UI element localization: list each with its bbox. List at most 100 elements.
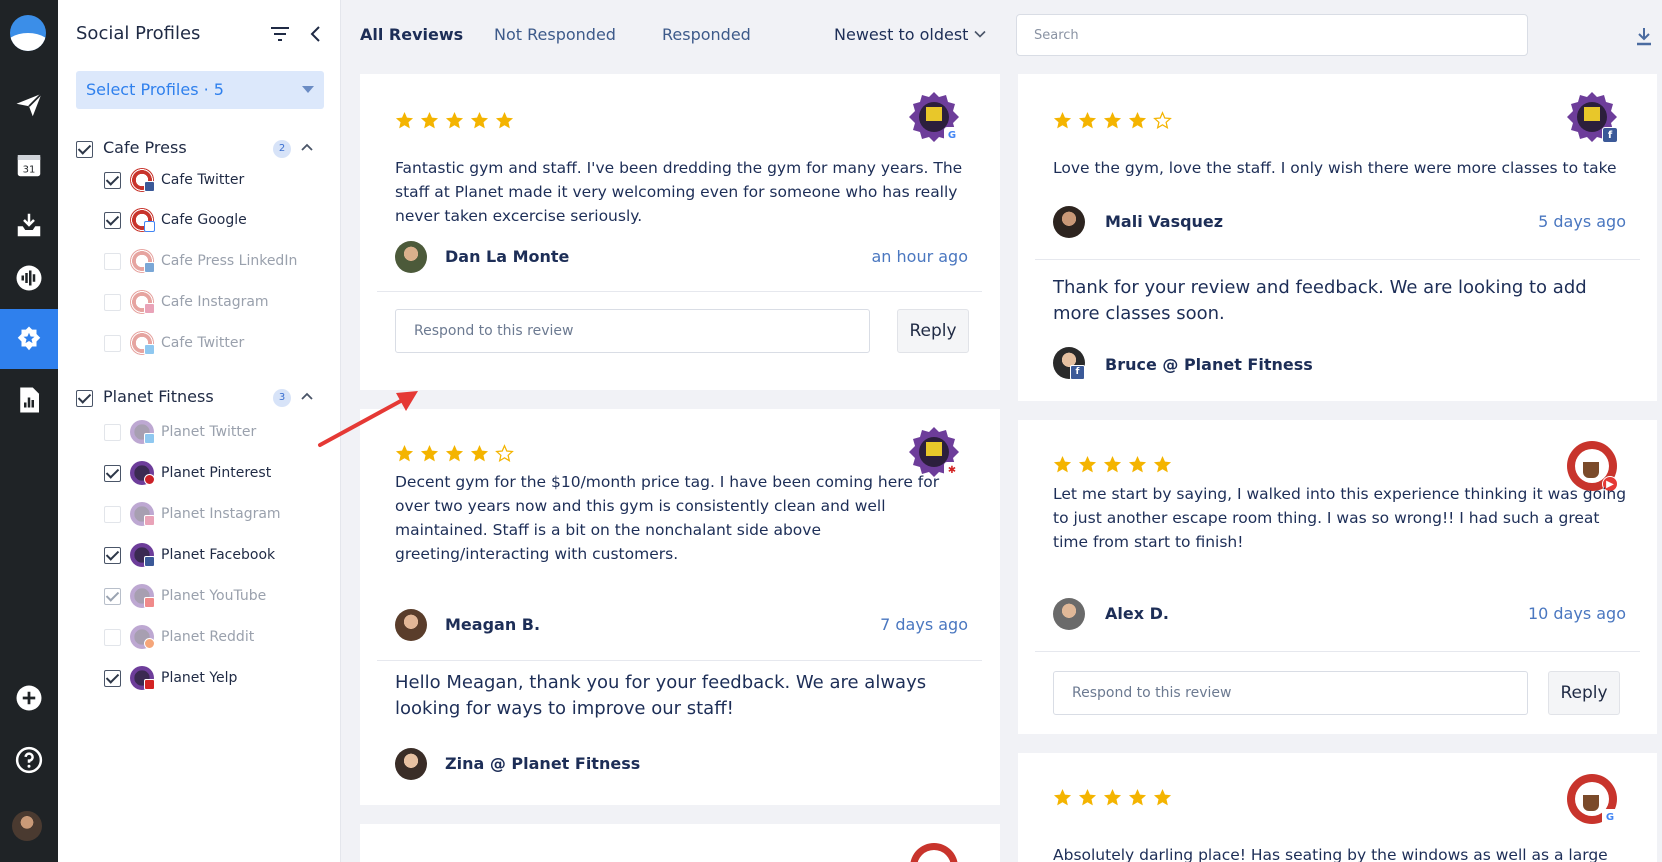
reviewer-avatar xyxy=(1053,598,1085,630)
star-icon xyxy=(1053,788,1072,806)
profile-checkbox[interactable] xyxy=(104,172,121,189)
profile-name: Cafe Instagram xyxy=(161,294,269,310)
facebook-icon: f xyxy=(1070,365,1085,380)
reviews-toolbar: All Reviews Not Responded Responded Newe… xyxy=(341,0,1662,68)
profile-item[interactable]: Planet Twitter xyxy=(104,420,324,446)
profile-checkbox[interactable] xyxy=(104,335,121,352)
divider xyxy=(1035,259,1640,260)
facebook-icon xyxy=(144,556,155,567)
profile-item[interactable]: Cafe Twitter xyxy=(104,331,324,357)
profile-checkbox[interactable] xyxy=(104,212,121,229)
add-icon[interactable] xyxy=(0,668,58,728)
profile-item[interactable]: Planet Instagram xyxy=(104,502,324,528)
star-icon xyxy=(445,111,464,129)
pinterest-icon xyxy=(144,474,155,485)
reviewer-name: Mali Vasquez xyxy=(1105,212,1224,231)
instagram-icon xyxy=(144,515,155,526)
profile-checkbox[interactable] xyxy=(104,294,121,311)
respond-input[interactable]: Respond to this review xyxy=(1053,671,1528,715)
reply-button[interactable]: Reply xyxy=(1548,671,1620,715)
svg-text:31: 31 xyxy=(23,165,36,176)
google-icon xyxy=(144,221,155,232)
review-text: Absolutely darling place! Has seating by… xyxy=(1053,846,1608,862)
profile-name: Cafe Twitter xyxy=(161,172,245,188)
star-rating xyxy=(1053,455,1172,474)
respond-input[interactable]: Respond to this review xyxy=(395,309,870,353)
profile-item[interactable]: Planet Facebook xyxy=(104,543,324,569)
download-icon[interactable] xyxy=(1635,26,1653,46)
star-icon xyxy=(1128,111,1147,129)
profile-name: Planet Reddit xyxy=(161,629,255,645)
profile-checkbox[interactable] xyxy=(104,506,121,523)
profile-item[interactable]: Planet YouTube xyxy=(104,584,324,610)
review-card: ▶ Let me start by saying, I walked into … xyxy=(1018,420,1657,734)
divider xyxy=(377,291,982,292)
instagram-icon xyxy=(144,303,155,314)
profile-checkbox[interactable] xyxy=(104,670,121,687)
star-rating xyxy=(1053,788,1172,807)
profile-item[interactable]: Cafe Press LinkedIn xyxy=(104,249,324,275)
group-checkbox[interactable] xyxy=(76,390,93,407)
chevron-up-icon[interactable] xyxy=(300,391,314,401)
profile-item[interactable]: Planet Reddit xyxy=(104,625,324,651)
star-icon xyxy=(1153,455,1172,473)
help-icon[interactable] xyxy=(0,730,58,790)
profile-item[interactable]: Cafe Google xyxy=(104,208,324,234)
yelp-icon xyxy=(144,679,155,690)
tab-not-responded[interactable]: Not Responded xyxy=(494,25,616,44)
profile-item[interactable]: Planet Pinterest xyxy=(104,461,324,487)
review-card: G Fantastic gym and staff. I've been dre… xyxy=(360,74,1000,390)
group-name: Planet Fitness xyxy=(103,387,214,406)
profile-item[interactable]: Cafe Twitter xyxy=(104,168,324,194)
profile-item[interactable]: Planet Yelp xyxy=(104,666,324,692)
profile-checkbox[interactable] xyxy=(104,629,121,646)
profile-name: Planet Twitter xyxy=(161,424,257,440)
profiles-sidebar: Social Profiles Select Profiles · 5 Cafe… xyxy=(58,0,341,862)
star-icon xyxy=(1078,455,1097,473)
google-icon: G xyxy=(944,127,960,143)
reply-button[interactable]: Reply xyxy=(897,309,969,353)
replier-avatar xyxy=(395,748,427,780)
sort-dropdown[interactable]: Newest to oldest xyxy=(834,25,968,44)
app-logo[interactable] xyxy=(10,15,46,51)
star-icon xyxy=(1103,111,1122,129)
publish-icon[interactable] xyxy=(0,75,58,135)
review-text: Let me start by saying, I walked into th… xyxy=(1053,485,1627,551)
inbox-icon[interactable] xyxy=(0,195,58,255)
profile-name: Planet Instagram xyxy=(161,506,281,522)
star-icon xyxy=(1128,788,1147,806)
business-logo: G xyxy=(908,91,960,143)
replier-name: Bruce @ Planet Fitness xyxy=(1105,355,1313,374)
business-logo: f xyxy=(1566,91,1618,143)
reply-text: Hello Meagan, thank you for your feedbac… xyxy=(395,672,927,719)
reviews-icon[interactable] xyxy=(0,309,58,369)
profile-checkbox[interactable] xyxy=(104,424,121,441)
review-text: Decent gym for the $10/month price tag. … xyxy=(395,473,940,563)
review-time: 5 days ago xyxy=(1538,212,1626,231)
search-input[interactable]: Search xyxy=(1016,14,1528,56)
reports-icon[interactable] xyxy=(0,370,58,430)
reviewer-avatar xyxy=(1053,206,1085,238)
tab-all-reviews[interactable]: All Reviews xyxy=(360,25,463,44)
profile-checkbox[interactable] xyxy=(104,588,121,605)
profile-item[interactable]: Cafe Instagram xyxy=(104,290,324,316)
profile-name: Planet Yelp xyxy=(161,670,238,686)
profile-checkbox[interactable] xyxy=(104,465,121,482)
star-icon xyxy=(420,111,439,129)
group-checkbox[interactable] xyxy=(76,141,93,158)
profile-name: Cafe Twitter xyxy=(161,335,245,351)
select-profiles-dropdown[interactable]: Select Profiles · 5 xyxy=(76,71,324,109)
filter-icon[interactable] xyxy=(270,26,290,42)
user-avatar[interactable] xyxy=(12,811,42,841)
chevron-left-icon[interactable] xyxy=(308,24,324,44)
tab-responded[interactable]: Responded xyxy=(662,25,751,44)
listening-icon[interactable] xyxy=(0,248,58,308)
calendar-icon[interactable]: 31 xyxy=(0,135,58,195)
star-icon xyxy=(495,111,514,129)
profile-checkbox[interactable] xyxy=(104,253,121,270)
chevron-up-icon[interactable] xyxy=(300,142,314,152)
profile-checkbox[interactable] xyxy=(104,547,121,564)
review-time: an hour ago xyxy=(871,247,968,266)
star-rating xyxy=(1053,111,1172,130)
chevron-down-icon[interactable] xyxy=(974,30,986,38)
